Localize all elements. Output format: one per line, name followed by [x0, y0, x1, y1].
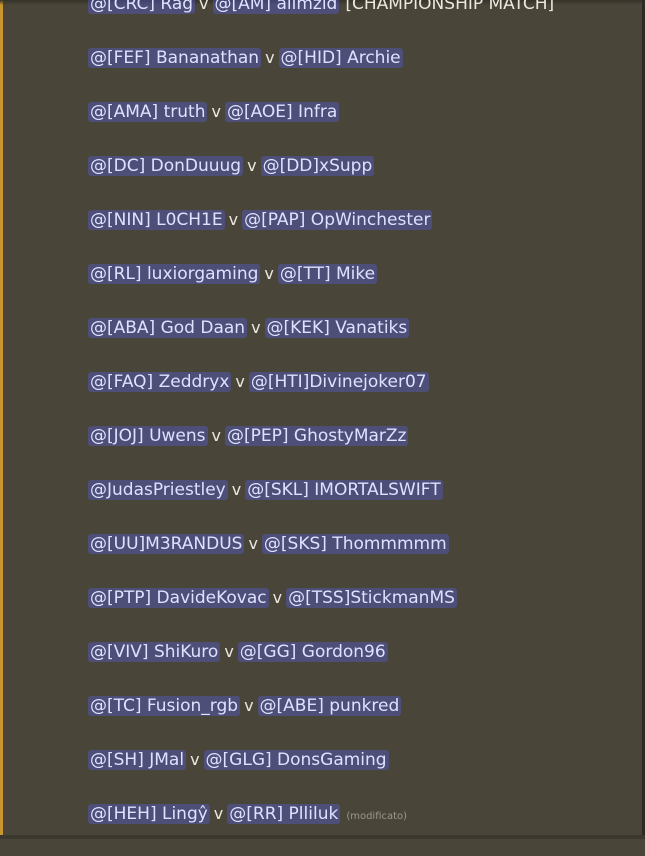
versus-separator: v — [244, 696, 254, 715]
player-mention[interactable]: @[ABA] God Daan — [88, 318, 248, 338]
match-line: @[RL] luxiorgaming v @[TT] Mike — [88, 262, 639, 316]
player-mention[interactable]: @[RL] luxiorgaming — [88, 264, 261, 284]
player-mention[interactable]: @[FAQ] Zeddryx — [88, 372, 232, 392]
player-mention[interactable]: @[JOJ] Uwens — [88, 426, 208, 446]
versus-separator: v — [228, 210, 239, 229]
player-mention[interactable]: @[SKS] Thommmmm — [261, 534, 449, 554]
match-line: @[VIV] ShiKuro v @[GG] Gordon96 — [88, 640, 639, 694]
player-mention[interactable]: @[PTP] DavideKovac — [88, 588, 269, 608]
match-list: @[CRC] Rag v @[AM] alimzid [CHAMPIONSHIP MA… — [88, 0, 639, 856]
versus-separator: v — [224, 642, 234, 661]
player-mention[interactable]: @[TSS]StickmanMS — [286, 588, 457, 608]
versus-separator: v — [231, 480, 242, 499]
versus-separator: v — [251, 318, 261, 337]
player-mention[interactable]: @[HEH] Lingŷ — [88, 804, 210, 824]
match-line: @[CRC] Rag v @[AM] alimzid [CHAMPIONSHIP MA… — [88, 0, 639, 46]
match-line: @[NIN] L0CH1E v @[PAP] OpWinchester — [88, 208, 639, 262]
player-mention[interactable]: @[RR] Plliluk — [227, 804, 341, 824]
player-mention[interactable]: @[UU]M3RANDUS — [88, 534, 245, 554]
match-line: @[TC] Fusion_rgb v @[ABE] punkred — [88, 694, 639, 748]
player-mention[interactable]: @[FEF] Bananathan — [88, 48, 262, 68]
player-mention[interactable]: @[AOE] Infra — [224, 102, 340, 122]
player-mention[interactable]: @[AMA] truth — [88, 102, 208, 122]
versus-separator: v — [272, 588, 283, 607]
player-mention[interactable]: @[DD]xSupp — [260, 156, 375, 176]
versus-separator: v — [211, 426, 221, 445]
match-line: @[PTP] DavideKovac v @[TSS]StickmanMS — [88, 586, 639, 640]
versus-separator: v — [213, 804, 224, 823]
player-mention[interactable]: @[SH] JMal — [88, 750, 187, 770]
player-mention[interactable]: @[GLG] DonsGaming — [203, 750, 389, 770]
match-line: @[AMA] truth v @[AOE] Infra — [88, 100, 639, 154]
versus-separator: v — [264, 264, 274, 283]
match-line: @JudasPriestley v @[SKL] IMORTALSWIFT — [88, 478, 639, 532]
player-mention[interactable]: @[KEK] Vanatiks — [264, 318, 410, 338]
player-mention[interactable]: @[GG] Gordon96 — [237, 642, 388, 662]
versus-separator: v — [199, 0, 209, 13]
player-mention[interactable]: @JudasPriestley — [88, 480, 228, 500]
player-mention[interactable]: @[VIV] ShiKuro — [88, 642, 221, 662]
player-mention[interactable]: @[PEP] GhostyMarZz — [224, 426, 409, 446]
player-mention[interactable]: @[AM] alimzid — [212, 0, 340, 14]
match-line: @[JOJ] Uwens v @[PEP] GhostyMarZz — [88, 424, 639, 478]
match-line: @[FEF] Bananathan v @[HID] Archie — [88, 46, 639, 100]
match-line: @[UU]M3RANDUS v @[SKS] Thommmmm — [88, 532, 639, 586]
edited-label: (modificato) — [346, 811, 408, 822]
player-mention[interactable]: @[TC] Fusion_rgb — [88, 696, 241, 716]
versus-separator: v — [211, 102, 221, 121]
match-line: @[ABA] God Daan v @[KEK] Vanatiks — [88, 316, 639, 370]
versus-separator: v — [235, 372, 245, 391]
message-highlight-bar — [0, 0, 3, 839]
player-mention[interactable]: @[DC] DonDuuug — [88, 156, 244, 176]
versus-separator: v — [190, 750, 200, 769]
player-mention[interactable]: @[SKL] IMORTALSWIFT — [245, 480, 443, 500]
versus-separator: v — [247, 156, 257, 175]
match-line: @[FAQ] Zeddryx v @[HTI]Divinejoker07 — [88, 370, 639, 424]
championship-tag: [CHAMPIONSHIP MATCH] — [345, 0, 555, 14]
player-mention[interactable]: @[NIN] L0CH1E — [88, 210, 225, 230]
versus-separator: v — [265, 48, 275, 67]
bottom-divider — [0, 835, 645, 839]
player-mention[interactable]: @[PAP] OpWinchester — [242, 210, 433, 230]
player-mention[interactable]: @[CRC] Rag — [88, 0, 196, 14]
versus-separator: v — [248, 534, 258, 553]
match-line: @[HEH] Lingŷ v @[RR] Plliluk (modificato) — [88, 802, 639, 856]
match-line: @[DC] DonDuuug v @[DD]xSupp — [88, 154, 639, 208]
player-mention[interactable]: @[TT] Mike — [277, 264, 378, 284]
player-mention[interactable]: @[ABE] punkred — [257, 696, 402, 716]
match-line: @[SH] JMal v @[GLG] DonsGaming — [88, 748, 639, 802]
player-mention[interactable]: @[HTI]Divinejoker07 — [248, 372, 429, 392]
player-mention[interactable]: @[HID] Archie — [278, 48, 403, 68]
